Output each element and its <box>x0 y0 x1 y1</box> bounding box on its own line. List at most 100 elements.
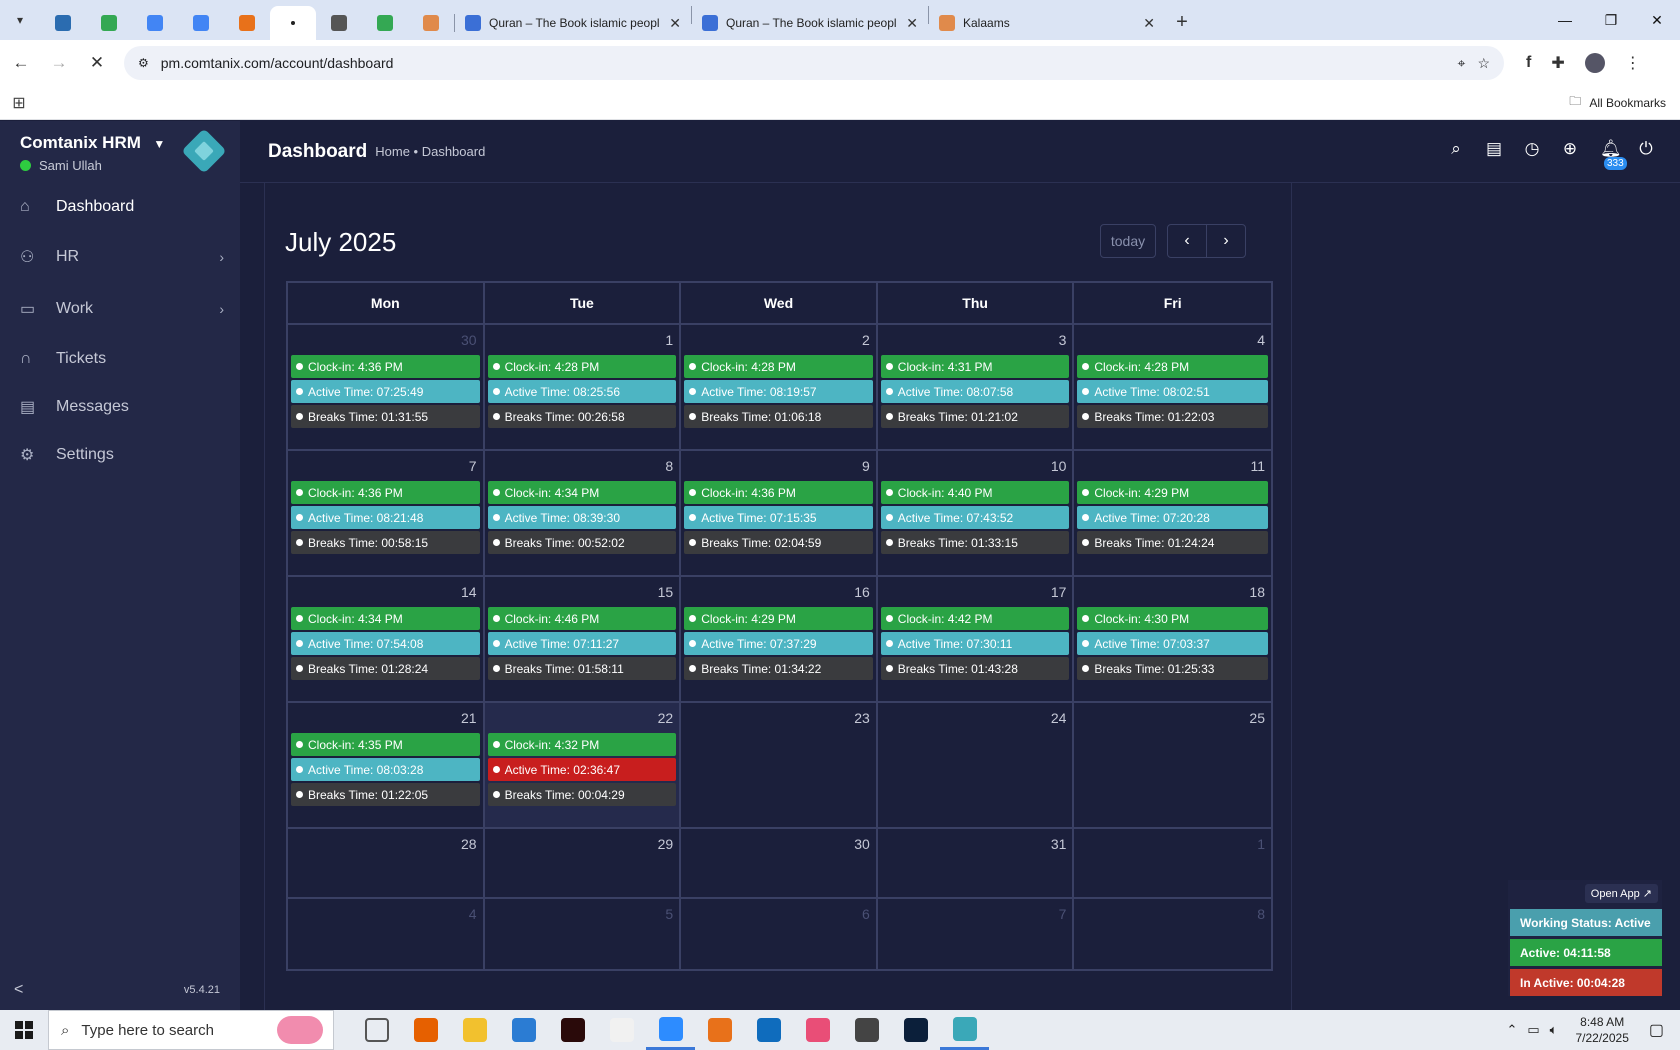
chevron-up-icon[interactable]: ⌃ <box>1506 1022 1517 1038</box>
day-number[interactable]: 4 <box>1077 325 1268 355</box>
pinned-tab[interactable] <box>132 6 178 40</box>
clock-in-event[interactable]: Clock-in: 4:34 PM <box>291 607 480 630</box>
active-time-event[interactable]: Active Time: 07:43:52 <box>880 506 1070 529</box>
calendar-day-cell[interactable]: 9 Clock-in: 4:36 PM Active Time: 07:15:35 B… <box>681 451 878 575</box>
apps-grid-icon[interactable]: ⊞ <box>0 93 38 113</box>
notes-icon[interactable]: ▤ <box>1486 139 1502 179</box>
day-number[interactable]: 8 <box>488 451 677 481</box>
calendar-day-cell[interactable]: 17 Clock-in: 4:42 PM Active Time: 07:30:11… <box>878 577 1075 701</box>
taskbar-app-icon[interactable] <box>548 1010 597 1050</box>
pinned-tab[interactable] <box>40 6 86 40</box>
tab-search-icon[interactable]: ▾ <box>0 0 40 40</box>
day-number[interactable]: 31 <box>881 829 1070 859</box>
pinned-tab[interactable] <box>408 6 454 40</box>
taskbar-app-icon[interactable] <box>646 1010 695 1050</box>
breaks-time-event[interactable]: Breaks Time: 01:25:33 <box>1077 657 1268 680</box>
clock-in-event[interactable]: Clock-in: 4:35 PM <box>291 733 480 756</box>
breaks-time-event[interactable]: Breaks Time: 00:26:58 <box>487 405 677 428</box>
active-time-event[interactable]: Active Time: 07:11:27 <box>487 632 677 655</box>
calendar-day-cell[interactable]: 23 <box>681 703 878 827</box>
clock-icon[interactable]: ◷ <box>1524 139 1540 179</box>
clock-in-event[interactable]: Clock-in: 4:36 PM <box>291 355 480 378</box>
stop-loading-icon[interactable]: ✕ <box>80 46 114 80</box>
volume-icon[interactable]: 🔈︎ <box>1550 1022 1558 1038</box>
close-tab-icon[interactable]: ✕ <box>906 15 918 32</box>
clock-in-event[interactable]: Clock-in: 4:28 PM <box>684 355 873 378</box>
calendar-day-cell[interactable]: 7 <box>878 899 1075 969</box>
calendar-day-cell[interactable]: 30 <box>681 829 878 897</box>
day-number[interactable]: 16 <box>684 577 873 607</box>
forward-icon[interactable]: → <box>42 46 76 80</box>
calendar-day-cell[interactable]: 4 <box>288 899 485 969</box>
chevron-right-icon[interactable]: › <box>1206 224 1246 258</box>
calendar-day-cell[interactable]: 14 Clock-in: 4:34 PM Active Time: 07:54:08… <box>288 577 485 701</box>
taskbar-app-icon[interactable] <box>744 1010 793 1050</box>
calendar-day-cell[interactable]: 3 Clock-in: 4:31 PM Active Time: 08:07:58 B… <box>878 325 1075 449</box>
chevron-down-icon[interactable]: ▼ <box>153 137 165 151</box>
day-number[interactable]: 17 <box>881 577 1070 607</box>
calendar-day-cell[interactable]: 24 <box>878 703 1075 827</box>
taskbar-app-icon[interactable] <box>352 1010 401 1050</box>
calendar-day-cell[interactable]: 30 Clock-in: 4:36 PM Active Time: 07:25:49… <box>288 325 485 449</box>
pinned-tab[interactable] <box>86 6 132 40</box>
day-number[interactable]: 4 <box>291 899 480 929</box>
bookmark-star-icon[interactable]: ☆ <box>1477 55 1490 72</box>
sidebar-item-work[interactable]: ▭ Work › <box>0 283 240 335</box>
clock[interactable]: 8:48 AM 7/22/2025 <box>1575 1014 1628 1046</box>
back-icon[interactable]: ← <box>4 46 38 80</box>
active-time-event[interactable]: Active Time: 07:15:35 <box>684 506 873 529</box>
address-bar[interactable]: ⚙ pm.comtanix.com/account/dashboard ⌖ ☆ <box>124 46 1504 80</box>
day-number[interactable]: 28 <box>291 829 480 859</box>
clock-in-event[interactable]: Clock-in: 4:29 PM <box>684 607 873 630</box>
day-number[interactable]: 10 <box>881 451 1070 481</box>
calendar-day-cell[interactable]: 1 <box>1074 829 1271 897</box>
browser-tab[interactable]: Quran – The Book islamic peopl ✕ <box>455 6 691 40</box>
day-number[interactable]: 22 <box>488 703 677 733</box>
calendar-day-cell[interactable]: 25 <box>1074 703 1271 827</box>
calendar-day-cell[interactable]: 15 Clock-in: 4:46 PM Active Time: 07:11:27… <box>485 577 682 701</box>
active-time-event[interactable]: Active Time: 08:25:56 <box>487 380 677 403</box>
calendar-day-cell[interactable]: 28 <box>288 829 485 897</box>
search-icon[interactable]: ⌕ <box>1448 139 1464 179</box>
active-time-event[interactable]: Active Time: 07:20:28 <box>1077 506 1268 529</box>
breaks-time-event[interactable]: Breaks Time: 00:04:29 <box>487 783 677 806</box>
taskbar-app-icon[interactable] <box>401 1010 450 1050</box>
network-icon[interactable]: ▭ <box>1527 1022 1539 1038</box>
clock-in-event[interactable]: Clock-in: 4:36 PM <box>291 481 480 504</box>
sidebar-item-dashboard[interactable]: ⌂ Dashboard <box>0 183 240 231</box>
breaks-time-event[interactable]: Breaks Time: 00:52:02 <box>487 531 677 554</box>
sidebar-item-tickets[interactable]: ∩ Tickets <box>0 335 240 383</box>
day-number[interactable]: 25 <box>1077 703 1268 733</box>
windows-start-icon[interactable] <box>0 1010 48 1050</box>
clock-in-event[interactable]: Clock-in: 4:32 PM <box>487 733 677 756</box>
browser-menu-icon[interactable]: ⋮ <box>1625 53 1641 73</box>
active-time-event[interactable]: Active Time: 08:02:51 <box>1077 380 1268 403</box>
sidebar-item-messages[interactable]: ▤ Messages <box>0 383 240 431</box>
day-number[interactable]: 24 <box>881 703 1070 733</box>
active-time-event[interactable]: Active Time: 08:03:28 <box>291 758 480 781</box>
power-icon[interactable]: ⏻ <box>1638 139 1654 179</box>
pinned-tab[interactable] <box>178 6 224 40</box>
day-number[interactable]: 14 <box>291 577 480 607</box>
calendar-day-cell[interactable]: 6 <box>681 899 878 969</box>
breaks-time-event[interactable]: Breaks Time: 01:22:03 <box>1077 405 1268 428</box>
open-app-button[interactable]: Open App ↗ <box>1584 883 1658 903</box>
breaks-time-event[interactable]: Breaks Time: 01:31:55 <box>291 405 480 428</box>
calendar-day-cell[interactable]: 8 Clock-in: 4:34 PM Active Time: 08:39:30 B… <box>485 451 682 575</box>
close-tab-icon[interactable]: ✕ <box>669 15 681 32</box>
breaks-time-event[interactable]: Breaks Time: 01:33:15 <box>880 531 1070 554</box>
clock-in-event[interactable]: Clock-in: 4:28 PM <box>1077 355 1268 378</box>
taskbar-app-icon[interactable] <box>499 1010 548 1050</box>
all-bookmarks-button[interactable]: 🗀 All Bookmarks <box>1569 92 1666 113</box>
brand-name[interactable]: Comtanix HRM <box>20 133 141 152</box>
clock-in-event[interactable]: Clock-in: 4:29 PM <box>1077 481 1268 504</box>
breaks-time-event[interactable]: Breaks Time: 01:24:24 <box>1077 531 1268 554</box>
breadcrumb[interactable]: Home • Dashboard <box>375 144 485 159</box>
active-time-event[interactable]: Active Time: 07:25:49 <box>291 380 480 403</box>
today-button[interactable]: today <box>1100 224 1156 258</box>
url-text[interactable]: pm.comtanix.com/account/dashboard <box>161 55 1446 71</box>
calendar-day-cell[interactable]: 10 Clock-in: 4:40 PM Active Time: 07:43:52… <box>878 451 1075 575</box>
active-time-event[interactable]: Active Time: 07:30:11 <box>880 632 1070 655</box>
day-number[interactable]: 7 <box>291 451 480 481</box>
taskbar-app-icon[interactable] <box>891 1010 940 1050</box>
